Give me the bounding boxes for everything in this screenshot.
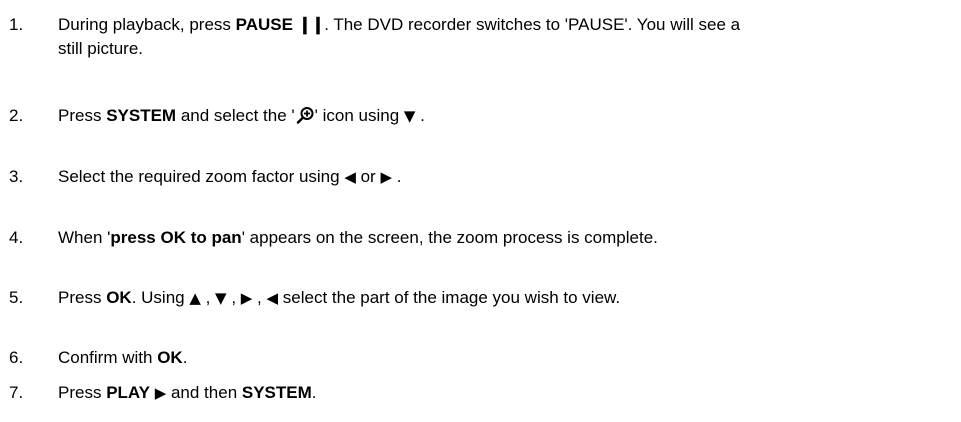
step-number: 4.: [9, 228, 24, 247]
step-number: 7.: [9, 383, 24, 402]
pause-icon: ❙❙: [297, 15, 325, 34]
press-ok-to-pan-label: press OK to pan: [110, 228, 242, 247]
step-text: Press PLAY ▶ and then SYSTEM.: [58, 381, 958, 405]
play-key-label: PLAY: [106, 383, 150, 402]
pause-key-label: PAUSE: [235, 15, 293, 34]
up-arrow-icon: ▲: [189, 289, 201, 307]
step-text: Press SYSTEM and select the ' ' icon usin…: [58, 104, 958, 131]
play-icon: ▶: [154, 384, 167, 402]
step-number: 5.: [9, 288, 24, 307]
step-number: 1.: [9, 15, 24, 34]
step-text: Select the required zoom factor using ◀ …: [58, 165, 958, 189]
right-arrow-icon: ▶: [240, 289, 253, 307]
ok-key-label: OK: [157, 348, 183, 367]
right-arrow-icon: ▶: [380, 168, 392, 186]
left-arrow-icon: ◀: [266, 289, 279, 307]
down-arrow-icon: ▼: [403, 107, 416, 125]
system-key-label: SYSTEM: [106, 106, 177, 125]
down-arrow-icon: ▼: [215, 289, 227, 307]
step-text: Press OK. Using ▲ , ▼ , ▶ , ◀ select the…: [58, 286, 958, 310]
step-number: 2.: [9, 106, 24, 125]
step-text: When 'press OK to pan' appears on the sc…: [58, 228, 658, 247]
instruction-list: 1. During playback, press PAUSE ❙❙. The …: [0, 0, 961, 422]
zoom-icon: [295, 106, 315, 131]
system-key-label: SYSTEM: [241, 383, 312, 402]
ok-key-label: OK: [106, 288, 132, 307]
step-number: 6.: [9, 348, 24, 367]
left-arrow-icon: ◀: [344, 168, 356, 186]
step-text: During playback, press PAUSE ❙❙. The DVD…: [58, 15, 741, 58]
step-text: Confirm with OK.: [58, 348, 188, 367]
step-number: 3.: [9, 167, 24, 186]
